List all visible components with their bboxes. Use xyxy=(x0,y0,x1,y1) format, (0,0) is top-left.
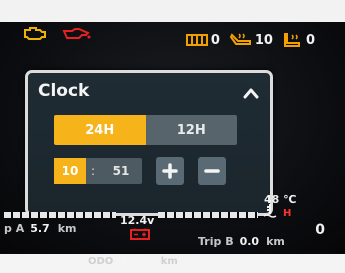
coolant-temp-icon xyxy=(263,204,277,218)
format-24h-option[interactable]: 24H xyxy=(54,115,146,145)
temp-gauge-bar xyxy=(158,212,258,218)
panel-title: Clock xyxy=(38,81,90,101)
trip-a-unit: km xyxy=(57,222,77,235)
dial-value: 0 xyxy=(315,222,325,238)
odo-label: ODO xyxy=(88,256,114,267)
seat-heat-left-indicator: 10 xyxy=(229,32,273,48)
trip-a-value: 5.7 xyxy=(30,222,50,235)
trip-a-readout: p A 5.7 km xyxy=(4,222,77,235)
voltage-readout: 12.4v xyxy=(120,214,155,227)
warning-icons xyxy=(22,26,92,40)
engine-check-icon xyxy=(22,26,48,40)
odo-value: 1575 xyxy=(119,253,153,267)
seat-heat-right-icon xyxy=(283,33,300,47)
trip-b-unit: km xyxy=(266,235,285,248)
oil-pressure-icon xyxy=(62,26,92,40)
seat-heat-right-count: 0 xyxy=(305,32,315,48)
seat-heat-left-count: 10 xyxy=(254,32,273,48)
format-12h-option[interactable]: 12H xyxy=(145,115,237,145)
trip-a-label: p A xyxy=(4,222,25,235)
plus-icon xyxy=(162,163,178,179)
odometer-readout: ODO 1575 km xyxy=(88,253,178,267)
heating-indicators: 0 10 0 xyxy=(185,32,315,48)
trip-b-readout: Trip B 0.0 km xyxy=(198,235,285,248)
decrement-button[interactable] xyxy=(198,157,226,185)
rear-defrost-icon xyxy=(185,34,208,46)
minus-icon xyxy=(204,169,220,173)
seat-heat-right-indicator: 0 xyxy=(283,32,315,48)
minute-field[interactable]: 51 xyxy=(100,164,142,178)
odo-unit: km xyxy=(160,256,178,267)
battery-icon xyxy=(130,228,150,240)
trip-b-value: 0.0 xyxy=(239,235,260,248)
time-editor: 10 : 51 xyxy=(54,158,142,184)
temp-high-mark: H xyxy=(283,208,292,219)
increment-button[interactable] xyxy=(156,157,184,185)
rear-defrost-count: 0 xyxy=(210,32,220,48)
time-format-toggle: 24H 12H xyxy=(54,115,237,145)
chevron-up-icon[interactable] xyxy=(242,86,260,100)
seat-heat-left-icon xyxy=(229,33,251,45)
clock-settings-panel: Clock 24H 12H 10 : 51 xyxy=(25,70,273,216)
trip-b-label: Trip B xyxy=(198,235,234,248)
fuel-gauge-bar xyxy=(4,212,116,218)
time-separator: : xyxy=(90,164,96,178)
hour-field[interactable]: 10 xyxy=(54,158,86,184)
rear-defrost-indicator: 0 xyxy=(185,32,220,48)
